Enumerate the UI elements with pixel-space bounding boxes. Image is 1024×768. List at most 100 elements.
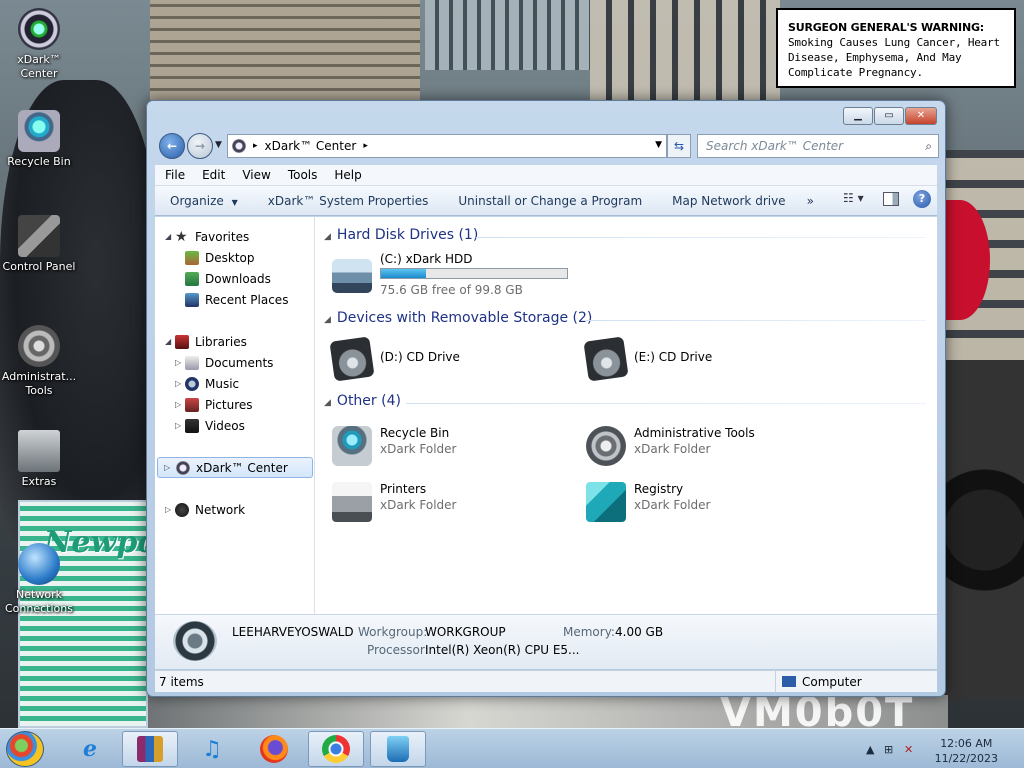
nav-item-recent-places[interactable]: Recent Places bbox=[155, 290, 315, 310]
nav-label: Documents bbox=[205, 356, 274, 370]
drive-name: (E:) CD Drive bbox=[634, 350, 713, 364]
zone-label: Computer bbox=[802, 675, 862, 689]
collapse-arrow-icon[interactable]: ◢ bbox=[324, 315, 331, 325]
forward-button[interactable]: → bbox=[187, 133, 213, 159]
pictures-icon bbox=[185, 398, 199, 412]
nav-label: Pictures bbox=[205, 398, 253, 412]
navigation-bar: ← → ▼ ▸ xDark™ Center ▸ ▼ ⇆ Search xDark… bbox=[155, 133, 939, 159]
desktop-icon-xdark-center[interactable]: xDark™ Center bbox=[0, 8, 78, 81]
breadcrumb-xdark-center[interactable]: xDark™ Center bbox=[265, 139, 357, 153]
show-hidden-icons-button[interactable]: ▲ bbox=[866, 743, 874, 756]
group-header-hard-disk-drives[interactable]: ◢ Hard Disk Drives (1) bbox=[324, 227, 478, 243]
internet-explorer-icon[interactable]: e bbox=[62, 731, 118, 767]
minimize-button[interactable]: ▁ bbox=[843, 107, 873, 125]
map-network-drive-button[interactable]: Map Network drive bbox=[657, 194, 800, 208]
nav-item-music[interactable]: ▷ Music bbox=[155, 374, 315, 394]
search-input[interactable]: Search xDark™ Center ⌕ bbox=[697, 134, 939, 158]
window-controls: ▁ ▭ ✕ bbox=[843, 107, 937, 125]
menu-file[interactable]: File bbox=[155, 165, 192, 185]
volume-muted-icon[interactable]: ✕ bbox=[904, 743, 913, 756]
processor-label: Processor: bbox=[367, 643, 429, 657]
menu-bar: File Edit View Tools Help bbox=[155, 165, 937, 186]
refresh-button[interactable]: ⇆ bbox=[667, 134, 691, 158]
item-recycle-bin[interactable]: Recycle Bin xDark Folder bbox=[332, 424, 552, 468]
menu-edit[interactable]: Edit bbox=[192, 165, 232, 185]
nav-item-favorites[interactable]: ◢ ★ Favorites bbox=[155, 227, 315, 247]
network-status-icon[interactable]: ⊞ bbox=[884, 743, 893, 756]
menu-tools[interactable]: Tools bbox=[278, 165, 325, 185]
nav-item-documents[interactable]: ▷ Documents bbox=[155, 353, 315, 373]
nav-item-downloads[interactable]: Downloads bbox=[155, 269, 315, 289]
command-bar-right: ☷ ▾ ? bbox=[843, 190, 931, 208]
desktop-icon-label: Recycle Bin bbox=[7, 155, 71, 168]
group-header-other[interactable]: ◢ Other (4) bbox=[324, 393, 401, 409]
wallpaper-speaker bbox=[945, 360, 1024, 700]
address-bar[interactable]: ▸ xDark™ Center ▸ ▼ bbox=[227, 134, 667, 158]
nav-item-network[interactable]: ▷ Network bbox=[155, 500, 315, 520]
desktop-icon-network-connections[interactable]: Network Connections bbox=[0, 543, 78, 616]
expand-arrow-icon[interactable]: ▷ bbox=[175, 374, 181, 394]
expand-arrow-icon[interactable]: ◢ bbox=[165, 227, 171, 247]
expand-arrow-icon[interactable]: ▷ bbox=[165, 500, 171, 520]
address-dropdown-icon[interactable]: ▼ bbox=[655, 140, 662, 150]
nav-label: Music bbox=[205, 377, 240, 391]
desktop-icon-control-panel[interactable]: Control Panel bbox=[0, 215, 78, 274]
organize-button[interactable]: Organize ▼ bbox=[155, 194, 253, 208]
group-divider bbox=[586, 320, 926, 321]
nav-label: Videos bbox=[205, 419, 245, 433]
gears-icon bbox=[586, 426, 626, 466]
nav-item-videos[interactable]: ▷ Videos bbox=[155, 416, 315, 436]
back-button[interactable]: ← bbox=[159, 133, 185, 159]
content-area: ◢ ★ Favorites Desktop Downloads Recent P… bbox=[155, 217, 937, 614]
desktop-icon-extras[interactable]: Extras bbox=[0, 430, 78, 489]
menu-view[interactable]: View bbox=[232, 165, 277, 185]
drive-c[interactable]: (C:) xDark HDD 75.6 GB free of 99.8 GB bbox=[332, 252, 592, 299]
chrome-taskbar-button[interactable] bbox=[308, 731, 364, 767]
close-button[interactable]: ✕ bbox=[905, 107, 937, 125]
maximize-button[interactable]: ▭ bbox=[874, 107, 904, 125]
recent-pages-dropdown[interactable]: ▼ bbox=[215, 140, 222, 150]
expand-arrow-icon[interactable]: ▷ bbox=[175, 353, 181, 373]
nav-item-pictures[interactable]: ▷ Pictures bbox=[155, 395, 315, 415]
expand-arrow-icon[interactable]: ▷ bbox=[175, 416, 181, 436]
expand-arrow-icon[interactable]: ▷ bbox=[175, 395, 181, 415]
firefox-icon[interactable] bbox=[246, 731, 302, 767]
uninstall-program-button[interactable]: Uninstall or Change a Program bbox=[443, 194, 657, 208]
recycle-bin-icon bbox=[332, 426, 372, 466]
collapse-arrow-icon[interactable]: ◢ bbox=[324, 398, 331, 408]
item-name: Printers bbox=[380, 482, 427, 496]
warning-text: Smoking Causes Lung Cancer, Heart Diseas… bbox=[788, 36, 1000, 79]
recycle-bin-taskbar-button[interactable] bbox=[370, 731, 426, 767]
group-header-removable-storage[interactable]: ◢ Devices with Removable Storage (2) bbox=[324, 310, 592, 326]
search-icon[interactable]: ⌕ bbox=[925, 135, 932, 157]
breadcrumb-separator-icon[interactable]: ▸ bbox=[363, 141, 368, 151]
expand-arrow-icon[interactable]: ◢ bbox=[165, 332, 171, 352]
nav-item-xdark-center[interactable]: ▷ xDark™ Center bbox=[157, 457, 313, 478]
organize-label: Organize bbox=[170, 193, 224, 208]
menu-help[interactable]: Help bbox=[324, 165, 368, 185]
change-view-icon[interactable]: ☷ ▾ bbox=[843, 191, 869, 207]
item-printers[interactable]: Printers xDark Folder bbox=[332, 480, 552, 524]
nav-item-desktop[interactable]: Desktop bbox=[155, 248, 315, 268]
system-properties-button[interactable]: xDark™ System Properties bbox=[253, 194, 444, 208]
network-globe-icon bbox=[18, 543, 60, 585]
item-registry[interactable]: Registry xDark Folder bbox=[586, 480, 806, 524]
group-title: Hard Disk Drives (1) bbox=[336, 227, 479, 243]
help-icon[interactable]: ? bbox=[913, 190, 931, 208]
music-player-icon[interactable]: ♫ bbox=[184, 731, 240, 767]
drive-d[interactable]: (D:) CD Drive bbox=[329, 336, 552, 382]
clock[interactable]: 12:06 AM 11/22/2023 bbox=[935, 736, 998, 766]
collapse-arrow-icon[interactable]: ◢ bbox=[324, 232, 331, 242]
expand-arrow-icon[interactable]: ▷ bbox=[164, 458, 170, 478]
memory-value: 4.00 GB bbox=[615, 625, 664, 639]
drive-e[interactable]: (E:) CD Drive bbox=[583, 336, 806, 382]
nav-item-libraries[interactable]: ◢ Libraries bbox=[155, 332, 315, 352]
clock-time: 12:06 AM bbox=[940, 737, 993, 750]
desktop-icon-recycle-bin[interactable]: Recycle Bin bbox=[0, 110, 78, 169]
desktop-icon-admin-tools[interactable]: Administrat... Tools bbox=[0, 325, 78, 398]
preview-pane-icon[interactable] bbox=[883, 192, 899, 206]
start-button[interactable] bbox=[6, 731, 44, 767]
archive-manager-taskbar-button[interactable] bbox=[122, 731, 178, 767]
more-commands-button[interactable]: » bbox=[801, 194, 820, 208]
item-administrative-tools[interactable]: Administrative Tools xDark Folder bbox=[586, 424, 806, 468]
